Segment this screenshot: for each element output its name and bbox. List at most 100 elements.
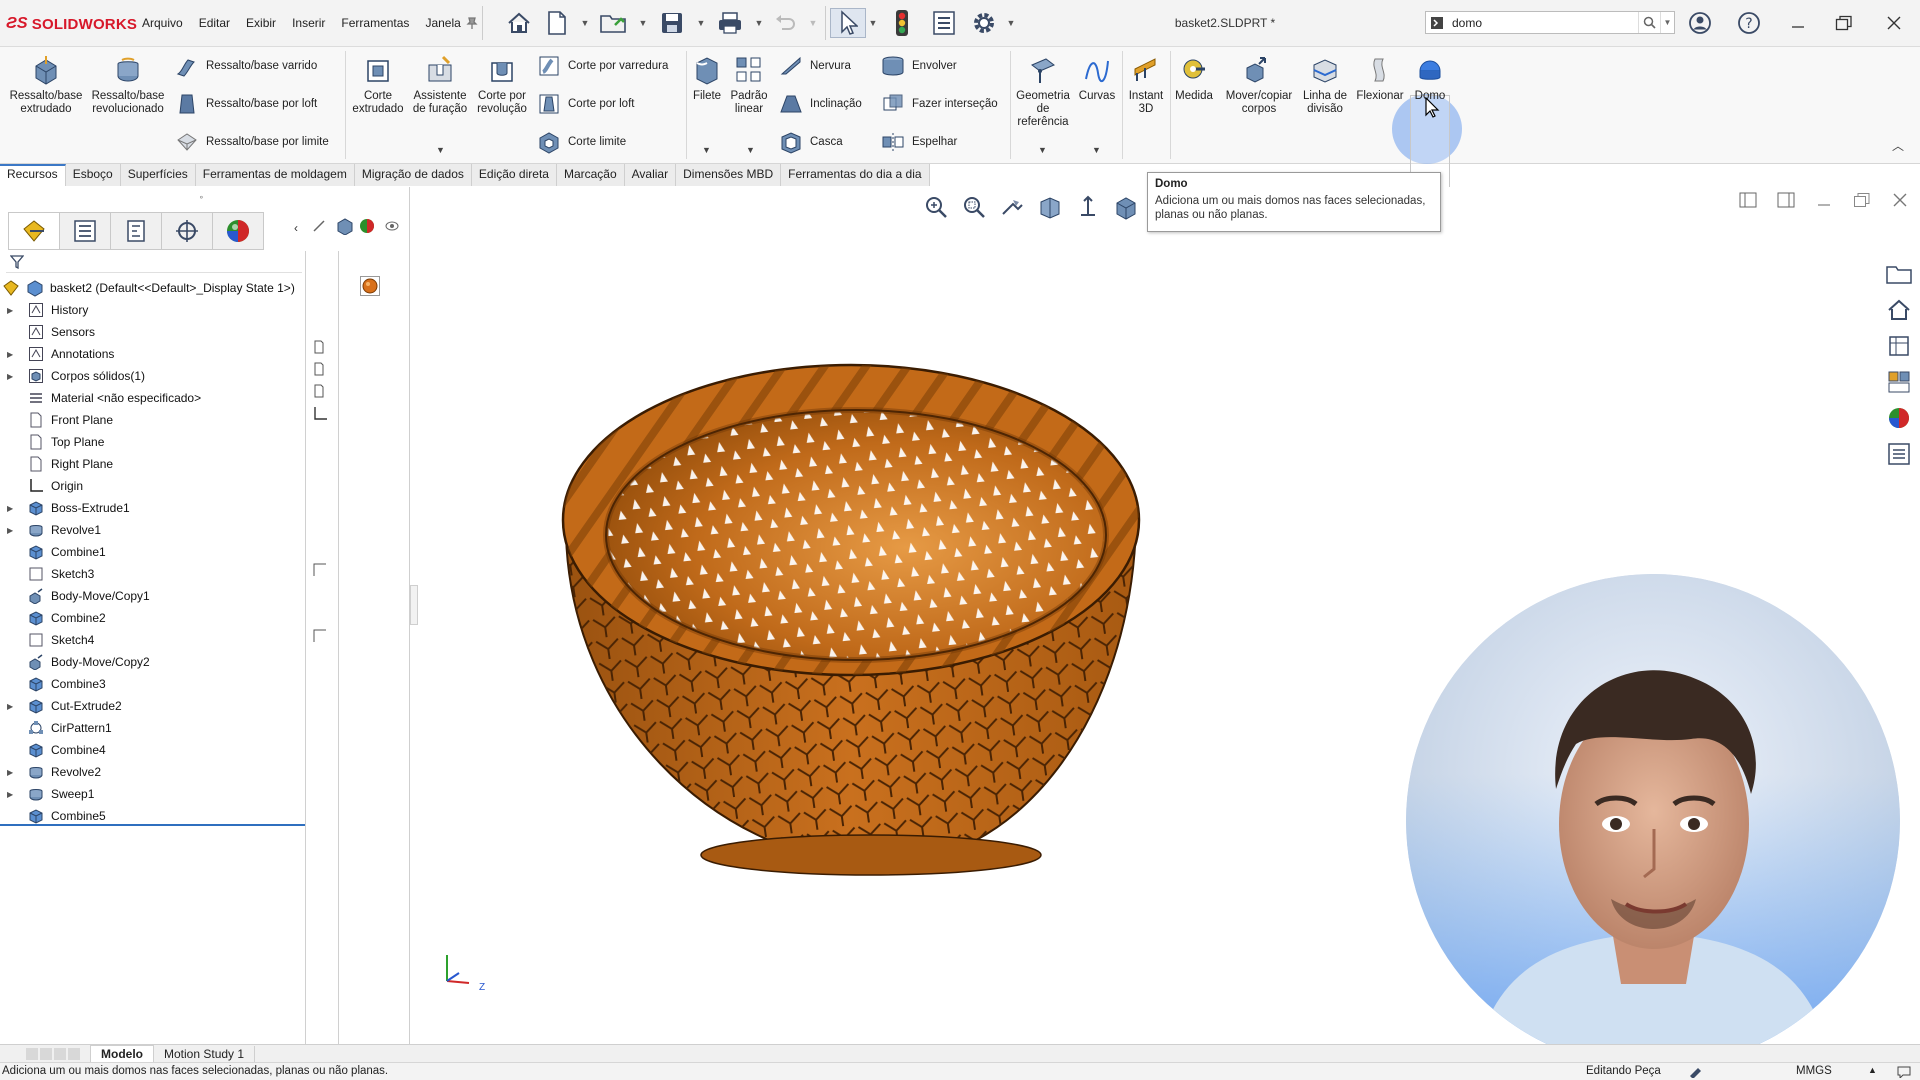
tree-item-top-plane[interactable]: Top Plane [0, 431, 306, 453]
menu-exibir[interactable]: Exibir [238, 14, 284, 32]
tree-item-combine4[interactable]: Combine4 [0, 739, 306, 761]
basket-model[interactable] [551, 335, 1151, 895]
tab-ferramentas-moldagem[interactable]: Ferramentas de moldagem [195, 164, 355, 186]
tree-item-cirpattern1[interactable]: CirPattern1 [0, 717, 306, 739]
flex-button[interactable]: Flexionar [1352, 53, 1408, 103]
menu-ferramentas[interactable]: Ferramentas [333, 14, 417, 32]
tab-migracao-dados[interactable]: Migração de dados [354, 164, 472, 186]
units-dropdown-icon[interactable]: ▲ [1868, 1065, 1877, 1075]
print-icon[interactable] [713, 8, 747, 38]
collapse-ribbon-icon[interactable]: ︿ [1892, 137, 1904, 154]
feature-tree-icon[interactable] [8, 212, 60, 250]
tree-item-sensors[interactable]: Sensors [0, 321, 306, 343]
expand-arrow-icon[interactable]: ▶ [7, 350, 19, 359]
revolved-boss-button[interactable]: Ressalto/base revolucionado [88, 53, 168, 116]
previous-view-icon[interactable] [997, 192, 1027, 222]
tree-item-revolve1[interactable]: ▶ Revolve1 [0, 519, 306, 541]
cut-group-dropdown-icon[interactable]: ▼ [436, 145, 445, 155]
notifications-icon[interactable] [1896, 1064, 1912, 1080]
panel-grip-icon[interactable]: ⚬ [198, 193, 205, 202]
lofted-cut-button[interactable]: Corte por loft [536, 91, 634, 117]
tree-item-body-move-copy2[interactable]: Body-Move/Copy2 [0, 651, 306, 673]
unit-system[interactable]: MMGS [1796, 1065, 1832, 1077]
viewport-tile-left-icon[interactable] [1731, 187, 1765, 213]
options-dropdown-icon[interactable]: ▼ [1004, 8, 1018, 38]
viewport-minimize-icon[interactable] [1807, 187, 1841, 213]
search-commands-icon[interactable] [1426, 12, 1448, 33]
solidworks-resources-home-icon[interactable] [1881, 293, 1917, 327]
rebuild-traffic-light-icon[interactable] [888, 8, 916, 38]
dimxpert-manager-icon[interactable] [161, 212, 213, 250]
boundary-cut-button[interactable]: Corte limite [536, 129, 626, 155]
tree-item-revolve2[interactable]: ▶ Revolve2 [0, 761, 306, 783]
zoom-to-area-icon[interactable] [959, 192, 989, 222]
configuration-manager-icon[interactable] [110, 212, 162, 250]
collapse-tabs-chevron-icon[interactable]: ‹ [294, 221, 298, 235]
expand-arrow-icon[interactable]: ▶ [7, 526, 19, 535]
edit-appearance-icon[interactable] [358, 217, 376, 240]
new-document-icon[interactable] [544, 8, 570, 38]
close-window-icon[interactable] [1876, 10, 1912, 36]
save-icon[interactable] [656, 8, 688, 38]
instant3d-button[interactable]: Instant 3D [1124, 53, 1168, 116]
draft-button[interactable]: Inclinação [778, 91, 862, 117]
expand-arrow-icon[interactable]: ▶ [7, 768, 19, 777]
wrap-button[interactable]: Envolver [880, 53, 957, 79]
help-icon[interactable]: ? [1731, 10, 1767, 36]
revolved-cut-button[interactable]: Corte por revolução [472, 53, 532, 116]
tree-item-combine2[interactable]: Combine2 [0, 607, 306, 629]
save-dropdown-icon[interactable]: ▼ [694, 8, 708, 38]
lofted-boss-button[interactable]: Ressalto/base por loft [174, 91, 317, 117]
curves-dropdown-icon[interactable]: ▼ [1092, 145, 1101, 155]
shell-button[interactable]: Casca [778, 129, 843, 155]
tree-item-sketch4[interactable]: Sketch4 [0, 629, 306, 651]
tree-item-sweep1[interactable]: ▶ Sweep1 [0, 783, 306, 805]
split-line-button[interactable]: Linha de divisão [1300, 53, 1350, 116]
select-cursor-icon[interactable] [830, 8, 866, 38]
tree-item-body-move-copy1[interactable]: Body-Move/Copy1 [0, 585, 306, 607]
filter-funnel-icon[interactable] [10, 255, 24, 269]
dome-button[interactable]: Domo [1408, 53, 1452, 103]
pattern-dropdown-icon[interactable]: ▼ [746, 145, 755, 155]
tree-item-front-plane[interactable]: Front Plane [0, 409, 306, 431]
viewport-close-icon[interactable] [1883, 187, 1917, 213]
mirror-button[interactable]: Espelhar [880, 129, 957, 155]
tree-item-origin[interactable]: Origin [0, 475, 306, 497]
expand-arrow-icon[interactable]: ▶ [7, 306, 19, 315]
print-dropdown-icon[interactable]: ▼ [752, 8, 766, 38]
design-library-folder-icon[interactable] [1881, 257, 1917, 291]
tree-item-combine1[interactable]: Combine1 [0, 541, 306, 563]
boundary-boss-button[interactable]: Ressalto/base por limite [174, 129, 329, 155]
solidworks-logo[interactable]: ƧS SOLIDWORKS [6, 12, 137, 36]
move-copy-bodies-button[interactable]: Mover/copiar corpos [1218, 53, 1300, 116]
linear-pattern-button[interactable]: Padrão linear [726, 53, 772, 116]
tab-esboco[interactable]: Esboço [65, 164, 121, 186]
tree-item-sketch3[interactable]: Sketch3 [0, 563, 306, 585]
select-dropdown-icon[interactable]: ▼ [866, 8, 880, 38]
tree-item-boss-extrude1[interactable]: ▶ Boss-Extrude1 [0, 497, 306, 519]
swept-boss-button[interactable]: Ressalto/base varrido [174, 53, 317, 79]
expand-arrow-icon[interactable]: ▶ [7, 372, 19, 381]
open-dropdown-icon[interactable]: ▼ [636, 8, 650, 38]
display-manager-icon[interactable] [212, 212, 264, 250]
undo-icon[interactable] [770, 8, 800, 38]
tree-item-material-n-o-especificado[interactable]: Material <não especificado> [0, 387, 306, 409]
appearances-scenes-icon[interactable] [1881, 401, 1917, 435]
extruded-cut-button[interactable]: Corte extrudado [348, 53, 408, 116]
menu-arquivo[interactable]: Arquivo [134, 14, 191, 32]
viewport-restore-icon[interactable] [1845, 187, 1879, 213]
minimize-window-icon[interactable] [1780, 10, 1816, 36]
curves-button[interactable]: Curvas [1076, 53, 1118, 103]
view-orientation-icon[interactable] [1073, 192, 1103, 222]
fillet-button[interactable]: Filete [688, 53, 726, 103]
new-dropdown-icon[interactable]: ▼ [578, 8, 592, 38]
extruded-boss-button[interactable]: Ressalto/base extrudado [6, 53, 86, 116]
fillet-dropdown-icon[interactable]: ▼ [702, 145, 711, 155]
expand-arrow-icon[interactable]: ▶ [7, 504, 19, 513]
zoom-to-fit-icon[interactable] [921, 192, 951, 222]
open-folder-icon[interactable] [598, 8, 630, 38]
display-style-icon[interactable] [1111, 192, 1141, 222]
reference-geometry-button[interactable]: Geometria de referência [1012, 53, 1074, 129]
hide-show-items-icon[interactable] [312, 219, 326, 238]
user-account-icon[interactable] [1682, 10, 1718, 36]
